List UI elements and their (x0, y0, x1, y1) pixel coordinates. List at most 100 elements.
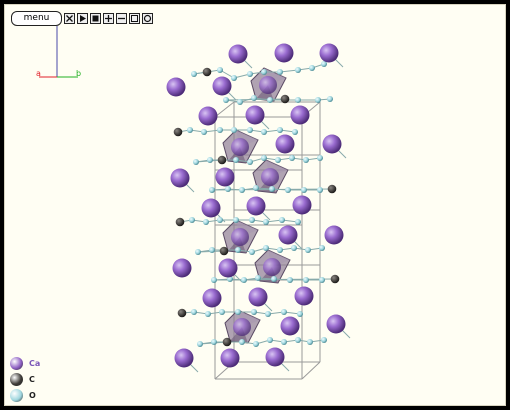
o-atom (233, 217, 239, 223)
o-atom (275, 157, 281, 163)
o-atom (239, 187, 245, 193)
c-atom (280, 94, 290, 104)
fit-box-icon[interactable] (129, 12, 140, 24)
ca-atom-swatch (10, 356, 23, 370)
o-atom (205, 311, 211, 317)
o-atom (277, 127, 283, 133)
o-atom (197, 341, 203, 347)
crystal-structure-scene[interactable]: a b (5, 5, 506, 406)
c-atom (330, 274, 340, 284)
c-atom (202, 67, 212, 77)
zoom-in-icon[interactable] (103, 12, 114, 24)
o-atom (263, 245, 269, 251)
ca-atom (231, 228, 249, 246)
structure-viewport[interactable]: a b menu Ca C O (4, 4, 506, 406)
viewer-toolbar: menu (11, 10, 153, 26)
o-atom (305, 247, 311, 253)
c-atom (222, 337, 232, 347)
o-atom (189, 217, 195, 223)
ca-atom (172, 258, 192, 278)
legend-label-c: C (29, 374, 35, 384)
o-atom (267, 337, 273, 343)
o-atom (203, 219, 209, 225)
o-atom (303, 277, 309, 283)
o-atom (295, 219, 301, 225)
o-atom (261, 129, 267, 135)
ca-atom (246, 196, 266, 216)
o-atom (235, 247, 241, 253)
o-atom (317, 187, 323, 193)
o-atom (195, 249, 201, 255)
zoom-out-icon[interactable] (116, 12, 127, 24)
o-atom (291, 245, 297, 251)
o-atom (239, 339, 245, 345)
element-legend: Ca C O (10, 355, 40, 403)
c-atom (327, 184, 337, 194)
o-atom (193, 159, 199, 165)
o-atom (251, 309, 257, 315)
ca-atom (218, 258, 238, 278)
o-atom (207, 157, 213, 163)
o-atom (297, 311, 303, 317)
legend-item-c: C (10, 371, 40, 387)
o-atom (267, 97, 273, 103)
ca-atom (215, 167, 235, 187)
viewer-frame: a b menu Ca C O (0, 0, 510, 410)
o-atom (271, 276, 277, 282)
o-atom (287, 277, 293, 283)
o-atom (249, 249, 255, 255)
o-atom (217, 217, 223, 223)
ca-atom (220, 348, 240, 368)
o-atom (289, 155, 295, 161)
o-atom (281, 309, 287, 315)
o-atom (321, 337, 327, 343)
o-atom (327, 96, 333, 102)
o-atom (255, 275, 261, 281)
ca-atom (259, 76, 277, 94)
o-atom (247, 127, 253, 133)
legend-label-o: O (29, 390, 36, 400)
close-x-icon[interactable] (64, 12, 75, 24)
o-atom (219, 309, 225, 315)
legend-item-ca: Ca (10, 355, 40, 371)
o-atom (191, 309, 197, 315)
o-atom (319, 245, 325, 251)
legend-label-ca: Ca (29, 358, 41, 368)
o-atom (261, 69, 267, 75)
o-atom-swatch (10, 388, 23, 402)
o-atom (261, 155, 267, 161)
o-atom (209, 187, 215, 193)
o-atom (217, 67, 223, 73)
o-atom (269, 186, 275, 192)
c-atom (219, 246, 229, 256)
cell-edge (214, 101, 235, 118)
play-icon[interactable] (77, 12, 88, 24)
o-atom (285, 187, 291, 193)
o-atom (309, 65, 315, 71)
ca-atom (326, 314, 346, 334)
ca-atom (233, 318, 251, 336)
o-atom (191, 71, 197, 77)
o-atom (217, 127, 223, 133)
c-atom (217, 155, 227, 165)
c-atom (177, 308, 187, 318)
ca-atom (290, 105, 310, 125)
reset-circle-icon[interactable] (142, 12, 153, 24)
o-atom (251, 95, 257, 101)
ca-atom (263, 258, 281, 276)
o-atom (231, 127, 237, 133)
legend-item-o: O (10, 387, 40, 403)
ca-atom (261, 168, 279, 186)
o-atom (253, 185, 259, 191)
o-atom (231, 75, 237, 81)
menu-button[interactable]: menu (11, 10, 62, 26)
ca-atom (202, 288, 222, 308)
cell-edge (301, 361, 321, 380)
o-atom (235, 309, 241, 315)
o-atom (277, 247, 283, 253)
ca-atom (319, 43, 339, 63)
ca-atom (280, 316, 300, 336)
ca-atom (228, 44, 248, 64)
o-atom (253, 341, 259, 347)
stop-icon[interactable] (90, 12, 101, 24)
